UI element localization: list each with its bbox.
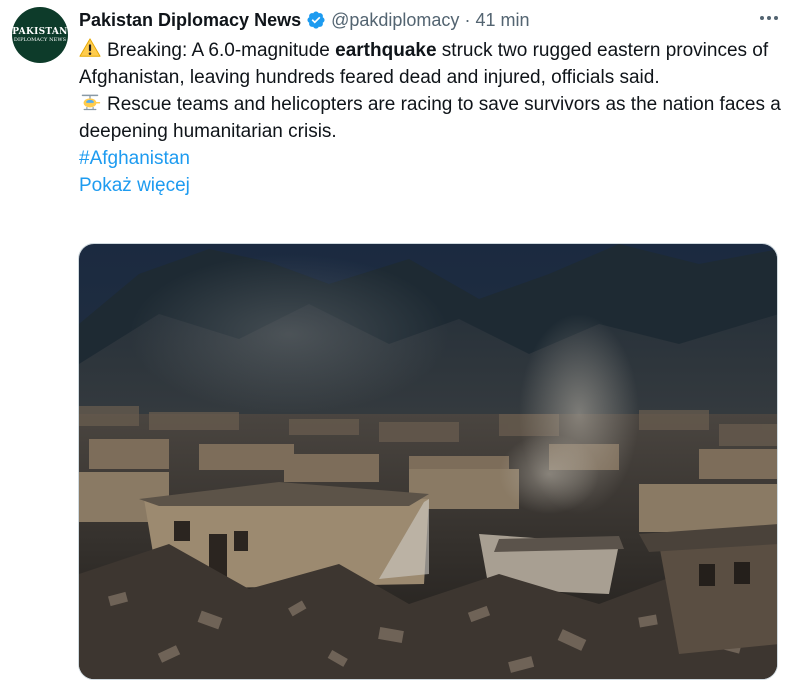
avatar-line2: DIPLOMACY NEWS — [13, 37, 67, 43]
author-avatar[interactable]: PAKISTAN DIPLOMACY NEWS — [12, 7, 68, 63]
text-line1-prefix: Breaking: A 6.0-magnitude — [107, 40, 336, 61]
more-dot-icon — [760, 16, 764, 20]
author-name[interactable]: Pakistan Diplomacy News — [79, 10, 301, 31]
earthquake-ruins-image — [79, 244, 777, 679]
helicopter-icon — [81, 94, 101, 111]
tweet-paragraph-1: Breaking: A 6.0-magnitude earthquake str… — [79, 37, 789, 91]
separator-dot: · — [464, 9, 471, 30]
more-dot-icon — [767, 16, 771, 20]
more-options-button[interactable] — [757, 6, 781, 30]
more-dot-icon — [774, 16, 778, 20]
author-handle[interactable]: @pakdiplomacy — [331, 10, 459, 31]
verified-badge-icon[interactable] — [306, 10, 326, 30]
tweet-text: Breaking: A 6.0-magnitude earthquake str… — [79, 37, 789, 199]
post-timestamp[interactable]: 41 min — [475, 10, 529, 31]
tweet-card[interactable]: PAKISTAN DIPLOMACY NEWS Pakistan Diploma… — [0, 0, 801, 685]
hashtag-link[interactable]: #Afghanistan — [79, 145, 789, 172]
text-line2: Rescue teams and helicopters are racing … — [79, 94, 781, 142]
warning-icon — [79, 38, 101, 57]
avatar-line1: PAKISTAN — [12, 27, 68, 37]
text-line1-bold: earthquake — [335, 40, 437, 61]
show-more-link[interactable]: Pokaż więcej — [79, 172, 789, 199]
tweet-paragraph-2: Rescue teams and helicopters are racing … — [79, 91, 789, 145]
tweet-header: Pakistan Diplomacy News @pakdiplomacy · … — [79, 8, 789, 32]
tweet-media-photo[interactable] — [78, 243, 778, 680]
